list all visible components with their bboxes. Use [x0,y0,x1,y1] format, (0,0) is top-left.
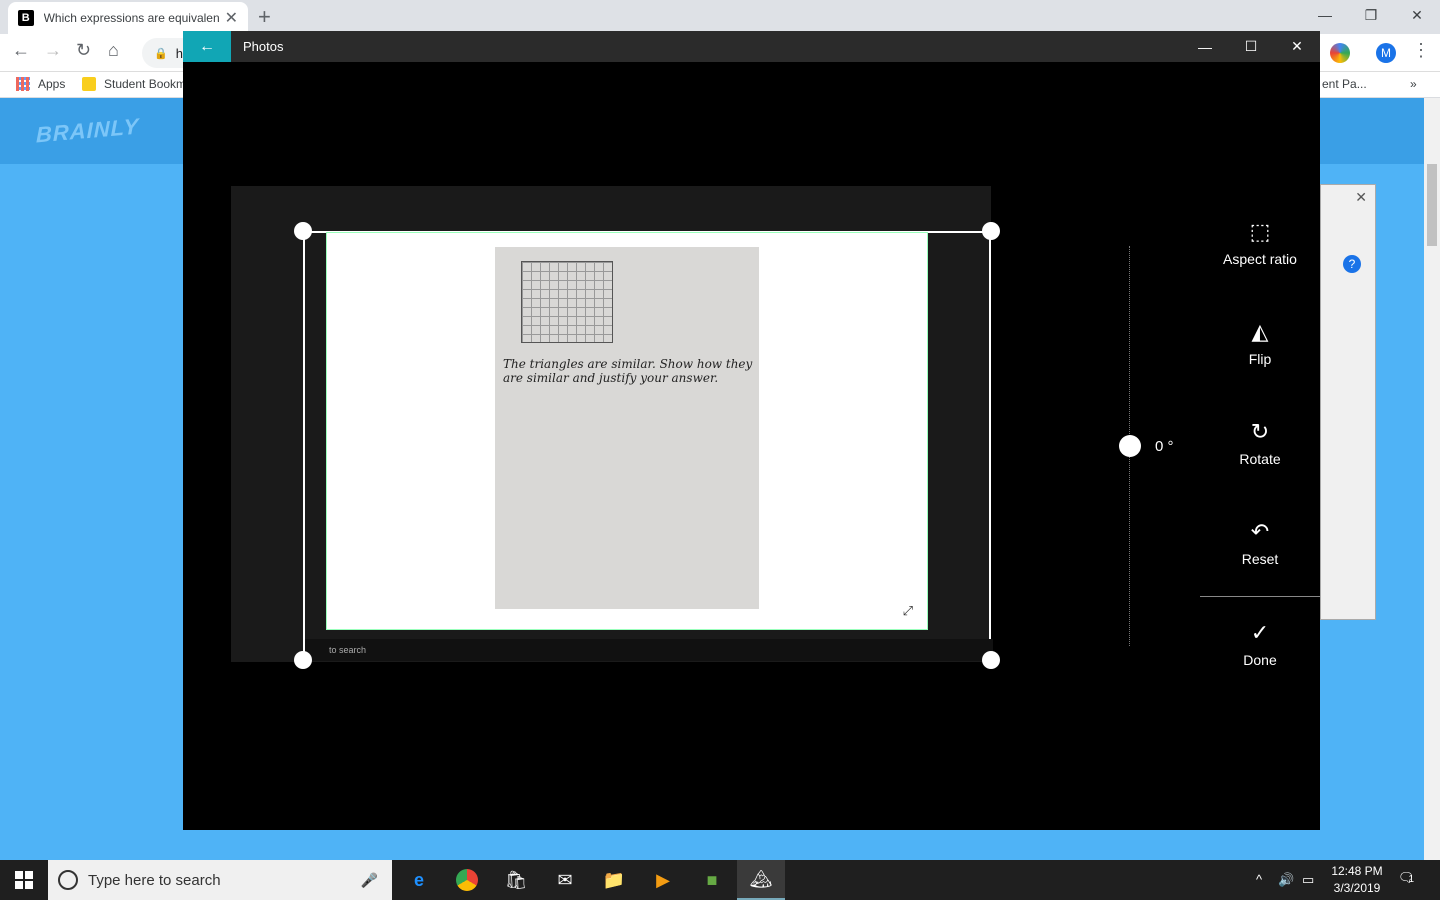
crop-handle-top-left[interactable] [294,222,312,240]
bookmark-label: Apps [38,77,66,91]
tool-label: Rotate [1239,451,1281,467]
rotation-slider-knob[interactable] [1119,435,1141,457]
photos-title: Photos [243,39,284,54]
back-arrow-icon[interactable]: ← [183,31,231,62]
microphone-icon[interactable]: 🎤 [361,872,378,889]
chrome-icon[interactable] [443,860,491,900]
tab-title: Which expressions are equivalent [43,11,219,25]
crop-frame[interactable]: The triangles are similar. Show how they… [303,231,993,661]
bookmark-label: Student Bookm [104,77,187,91]
bookmark-apps[interactable]: Apps [16,77,65,91]
tools-divider [1200,596,1320,597]
network-icon[interactable]: ▭ [1302,872,1314,888]
photos-taskbar-icon[interactable]: 🏔 [737,860,785,900]
taskbar-search-input[interactable]: Type here to search 🎤 [48,860,392,900]
brainly-logo[interactable]: BRAINLY [36,113,139,148]
background-dialog: ✕ ? [1320,184,1376,620]
volume-icon[interactable]: 🔊 [1278,872,1294,888]
help-icon[interactable]: ? [1343,255,1361,273]
extension-icon[interactable] [1330,43,1350,63]
flip-button[interactable]: ◭ Flip [1210,319,1310,367]
graph-grid [521,261,613,343]
clock-time: 12:48 PM [1331,864,1383,878]
clock-date: 3/3/2019 [1333,881,1381,895]
photos-window: ← Photos — ☐ ✕ The triangles are similar… [183,31,1320,830]
crop-canvas[interactable]: The triangles are similar. Show how they… [231,186,1000,669]
rotate-button[interactable]: ↻ Rotate [1210,419,1310,467]
expand-icon: ⤢ [902,603,913,618]
bookmark-student[interactable]: Student Bookm [82,77,186,91]
reload-icon[interactable]: ↻ [76,40,91,61]
home-icon[interactable]: ⌂ [108,40,119,61]
minimize-icon[interactable]: — [1182,31,1228,62]
bookmark-label: ent Pa... [1322,77,1367,91]
restore-icon[interactable]: ❐ [1348,0,1394,30]
profile-avatar[interactable]: M [1376,43,1396,63]
maximize-icon[interactable]: ☐ [1228,31,1274,62]
crop-handle-bottom-right[interactable] [982,651,1000,669]
done-icon: ✓ [1250,620,1270,645]
photos-titlebar: ← Photos — ☐ ✕ [183,31,1320,62]
crop-handle-top-right[interactable] [982,222,1000,240]
rotate-icon: ↻ [1250,419,1270,444]
media-player-icon[interactable]: ▶ [639,860,687,900]
close-icon[interactable]: ✕ [1274,31,1320,62]
tool-label: Flip [1248,351,1272,367]
apps-grid-icon [16,77,30,91]
browser-tab-bar: B Which expressions are equivalent ✕ + —… [0,0,1440,34]
aspect-ratio-button[interactable]: ⬚ Aspect ratio [1210,219,1310,267]
brainly-favicon-icon: B [18,10,34,26]
tool-label: Reset [1241,551,1279,567]
close-window-icon[interactable]: ✕ [1394,0,1440,30]
notifications-icon[interactable]: 🗨1 [1398,870,1415,886]
crop-handle-bottom-left[interactable] [294,651,312,669]
windows-taskbar: Type here to search 🎤 e 🛍 ✉ 📁 ▶ ■ 🏔 ^ 🔊 … [0,860,1440,900]
lock-icon: 🔒 [154,47,168,60]
minimize-icon[interactable]: — [1302,0,1348,30]
tab-close-icon[interactable]: ✕ [225,8,238,28]
minecraft-icon[interactable]: ■ [688,860,736,900]
done-button[interactable]: ✓ Done [1210,620,1310,668]
aspect-ratio-icon: ⬚ [1249,219,1271,244]
mail-icon[interactable]: ✉ [541,860,589,900]
notification-count: 1 [1408,874,1415,885]
scrollbar-thumb[interactable] [1427,164,1437,246]
file-explorer-icon[interactable]: 📁 [590,860,638,900]
browser-tab[interactable]: B Which expressions are equivalent ✕ [8,2,248,34]
menu-dots-icon[interactable]: ⋮ [1412,40,1430,61]
tray-chevron-icon[interactable]: ^ [1256,872,1262,887]
handwritten-text: The triangles are similar. Show how they… [503,357,753,385]
screenshot-image: The triangles are similar. Show how they… [327,233,927,629]
reset-icon: ↶ [1250,519,1270,544]
new-tab-icon[interactable]: + [258,4,271,30]
rotation-value: 0 ° [1155,438,1174,455]
taskbar-clock[interactable]: 12:48 PM 3/3/2019 [1322,863,1392,897]
search-placeholder: Type here to search [88,871,221,889]
inner-taskbar: to search [305,639,993,661]
tool-label: Done [1243,652,1277,668]
cortana-icon [58,870,78,890]
windows-start-icon[interactable] [0,860,48,900]
bookmarks-overflow-icon[interactable]: » [1410,77,1417,91]
page-scrollbar[interactable] [1424,98,1440,860]
worksheet-photo: The triangles are similar. Show how they… [495,247,759,609]
bookmark-right[interactable]: ent Pa... [1322,77,1367,91]
photos-window-controls: — ☐ ✕ [1182,31,1320,62]
browser-window-controls: — ❐ ✕ [1302,0,1440,30]
forward-arrow-icon[interactable]: → [44,40,62,61]
dialog-close-icon[interactable]: ✕ [1355,189,1367,206]
folder-icon [82,77,96,91]
edge-icon[interactable]: e [395,860,443,900]
reset-button[interactable]: ↶ Reset [1210,519,1310,567]
store-icon[interactable]: 🛍 [492,860,540,900]
url-text: h [175,45,183,61]
back-arrow-icon[interactable]: ← [12,40,30,61]
tool-label: Aspect ratio [1223,251,1297,267]
flip-icon: ◭ [1251,319,1269,344]
